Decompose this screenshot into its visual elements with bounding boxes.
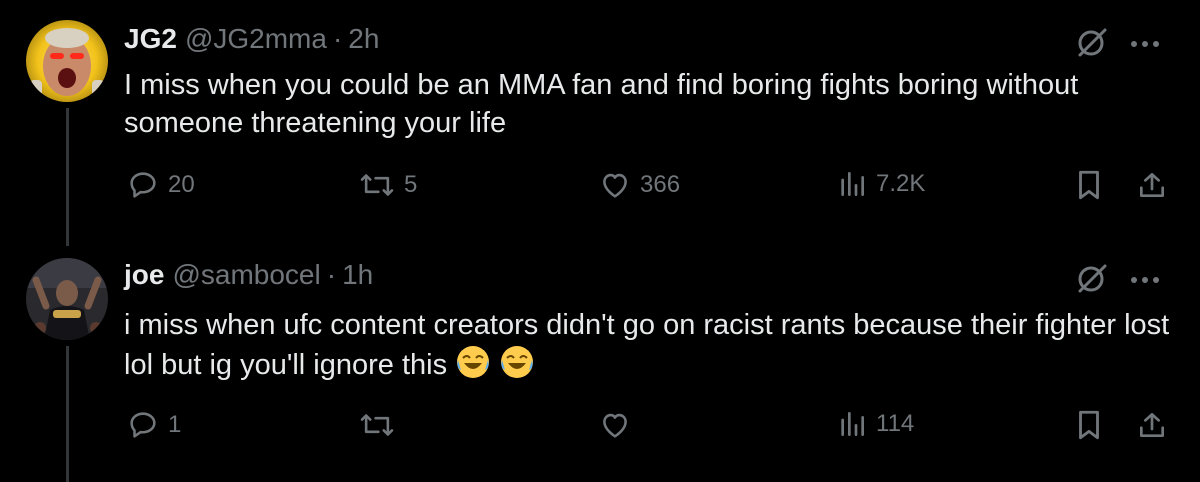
- reply-icon: [126, 168, 160, 202]
- reply-button[interactable]: 20: [126, 168, 195, 202]
- laughing-emoji: [455, 344, 491, 390]
- tweet-top-icons: [1076, 262, 1160, 299]
- bookmark-button[interactable]: [1074, 168, 1104, 202]
- share-icon: [1136, 168, 1168, 202]
- tweet-actions: 20 5 366 7.2K: [0, 168, 1200, 208]
- reply-button[interactable]: 1: [126, 408, 181, 442]
- reply-count: 1: [168, 411, 182, 438]
- more-icon[interactable]: [1130, 36, 1160, 54]
- bookmark-button[interactable]: [1074, 408, 1104, 442]
- grok-icon[interactable]: [1076, 262, 1108, 299]
- share-button[interactable]: [1136, 408, 1168, 442]
- repost-icon: [358, 168, 396, 202]
- views-icon: [836, 168, 868, 200]
- bookmark-icon: [1074, 168, 1104, 202]
- display-name[interactable]: JG2: [124, 22, 177, 56]
- views-count: 114: [876, 410, 915, 437]
- like-button[interactable]: [598, 408, 640, 442]
- display-name[interactable]: joe: [124, 258, 164, 292]
- timestamp[interactable]: 1h: [342, 258, 373, 292]
- tweet-header: joe @sambocel · 1h: [124, 258, 373, 292]
- tweet-text-content: i miss when ufc content creators didn't …: [124, 309, 1170, 381]
- tweet-jg2[interactable]: JG2 @JG2mma · 2h I miss when you could b…: [0, 0, 1200, 246]
- separator-dot: ·: [326, 259, 337, 290]
- avatar-jg2[interactable]: [26, 20, 108, 102]
- grok-icon[interactable]: [1076, 26, 1108, 63]
- repost-count: 5: [404, 171, 418, 198]
- like-button[interactable]: 366: [598, 168, 680, 202]
- views-button[interactable]: 114: [836, 408, 914, 440]
- share-icon: [1136, 408, 1168, 442]
- tweet-header: JG2 @JG2mma · 2h: [124, 22, 379, 56]
- reply-icon: [126, 408, 160, 442]
- user-handle[interactable]: @JG2mma: [185, 22, 327, 56]
- user-handle[interactable]: @sambocel: [172, 258, 320, 292]
- views-count: 7.2K: [876, 170, 926, 197]
- like-count: 366: [640, 171, 681, 198]
- like-icon: [598, 168, 632, 202]
- tweet-actions: 1 114: [0, 408, 1200, 448]
- like-icon: [598, 408, 632, 442]
- bookmark-icon: [1074, 408, 1104, 442]
- share-button[interactable]: [1136, 168, 1168, 202]
- repost-icon: [358, 408, 396, 442]
- timestamp[interactable]: 2h: [348, 22, 379, 56]
- repost-button[interactable]: [358, 408, 404, 442]
- views-button[interactable]: 7.2K: [836, 168, 925, 200]
- views-icon: [836, 408, 868, 440]
- laughing-emoji: [499, 344, 535, 390]
- more-icon[interactable]: [1130, 272, 1160, 290]
- repost-button[interactable]: 5: [358, 168, 417, 202]
- reply-count: 20: [168, 171, 195, 198]
- tweet-joe[interactable]: joe @sambocel · 1h i miss when ufc conte…: [0, 246, 1200, 482]
- tweet-text: I miss when you could be an MMA fan and …: [124, 69, 1079, 139]
- avatar-joe[interactable]: [26, 258, 108, 340]
- tweet-top-icons: [1076, 26, 1160, 63]
- tweet-text: i miss when ufc content creators didn't …: [124, 306, 1174, 390]
- separator-dot: ·: [332, 23, 343, 54]
